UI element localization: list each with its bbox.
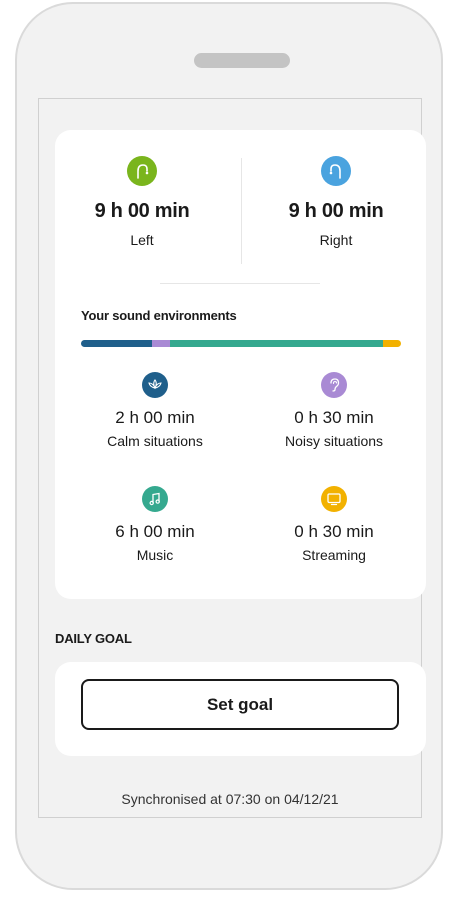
env-noisy-time: 0 h 30 min	[294, 408, 374, 427]
env-music-time: 6 h 00 min	[115, 522, 195, 541]
tv-icon	[321, 486, 347, 512]
env-calm-label: Calm situations	[107, 433, 203, 449]
env-noisy-label: Noisy situations	[284, 433, 384, 449]
right-label: Right	[319, 232, 353, 248]
env-music-label: Music	[136, 547, 174, 563]
music-note-icon	[142, 486, 168, 512]
vertical-divider	[241, 158, 242, 264]
set-goal-button[interactable]: Set goal	[81, 679, 399, 730]
sync-status: Synchronised at 07:30 on 04/12/21	[121, 791, 339, 807]
environments-bar-segment	[169, 340, 384, 347]
phone-frame: 9 h 00 min Left 9 h 00 min Right Your so…	[15, 2, 443, 890]
right-time: 9 h 00 min	[288, 200, 384, 222]
environments-bar-segment	[383, 340, 401, 347]
env-music: 6 h 00 min Music	[70, 486, 240, 563]
env-streaming-time: 0 h 30 min	[294, 522, 374, 541]
env-calm-time: 2 h 00 min	[115, 408, 195, 427]
env-streaming-label: Streaming	[302, 547, 366, 563]
environments-bar	[81, 340, 401, 347]
env-noisy: 0 h 30 min Noisy situations	[249, 372, 419, 449]
lotus-icon	[142, 372, 168, 398]
usage-card: 9 h 00 min Left 9 h 00 min Right Your so…	[55, 130, 426, 599]
left-aid-usage: 9 h 00 min Left	[67, 156, 217, 248]
env-calm: 2 h 00 min Calm situations	[70, 372, 240, 449]
daily-goal-card: Set goal	[55, 662, 426, 756]
right-aid-usage: 9 h 00 min Right	[261, 156, 411, 248]
left-label: Left	[130, 232, 154, 248]
horizontal-divider	[160, 283, 320, 284]
right-hearing-aid-icon	[321, 156, 351, 186]
left-hearing-aid-icon	[127, 156, 157, 186]
environments-title: Your sound environments	[81, 308, 237, 323]
phone-speaker	[194, 53, 290, 68]
environments-bar-segment	[151, 340, 170, 347]
app-screen: 9 h 00 min Left 9 h 00 min Right Your so…	[38, 98, 426, 818]
environments-bar-segment	[81, 340, 152, 347]
left-time: 9 h 00 min	[94, 200, 190, 222]
daily-goal-title: DAILY GOAL	[55, 631, 132, 646]
ear-icon	[321, 372, 347, 398]
env-streaming: 0 h 30 min Streaming	[249, 486, 419, 563]
